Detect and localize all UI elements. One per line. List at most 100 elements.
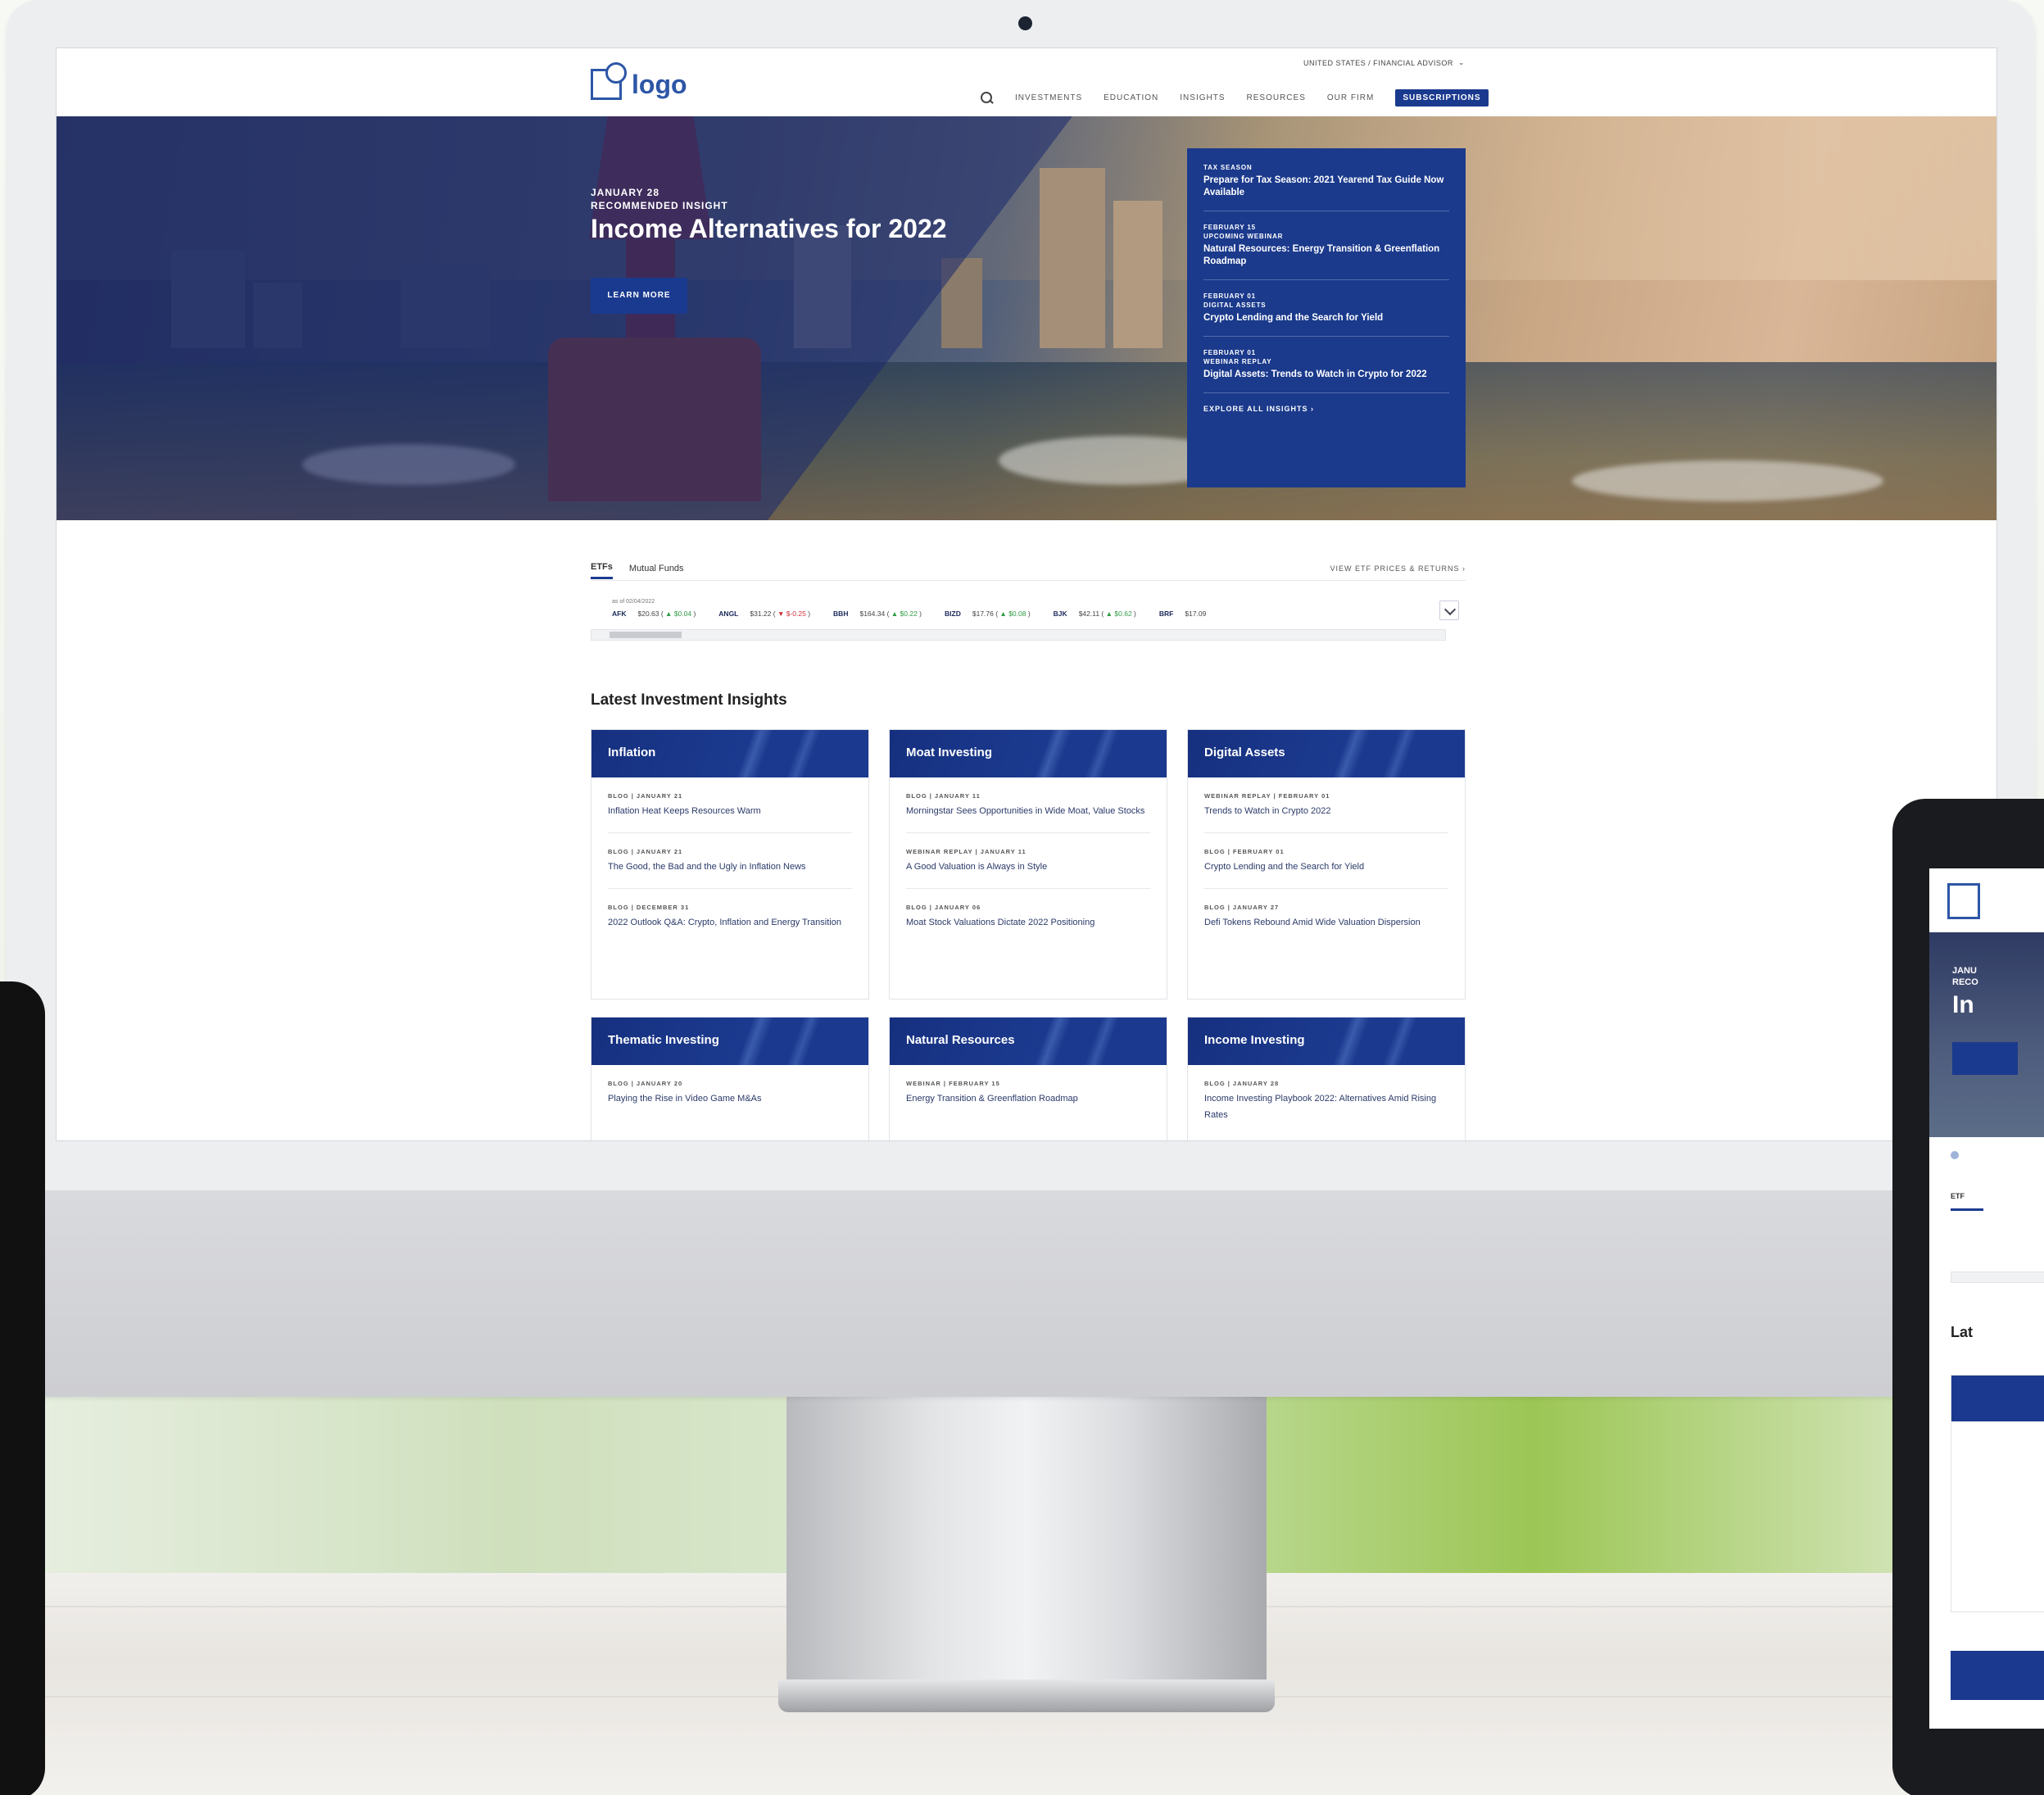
insight-item[interactable]: FEBRUARY 01 WEBINAR REPLAY Digital Asset…: [1203, 348, 1449, 393]
insight-item[interactable]: TAX SEASON Prepare for Tax Season: 2021 …: [1203, 163, 1449, 211]
nav-item-our-firm[interactable]: OUR FIRM: [1327, 93, 1374, 102]
search-icon[interactable]: [981, 91, 994, 105]
site-logo[interactable]: logo: [591, 61, 687, 100]
logo-icon: [591, 61, 628, 100]
tablet-learn-more-button[interactable]: [1952, 1042, 2018, 1075]
card-item[interactable]: WEBINAR REPLAY | FEBRUARY 01 Trends to Wa…: [1204, 777, 1448, 833]
tablet-insight-card-2[interactable]: [1951, 1651, 2044, 1700]
scrollbar-thumb[interactable]: [610, 632, 682, 638]
tablet-hero-date: JANU RECO: [1952, 966, 1978, 987]
view-etf-prices-link[interactable]: VIEW ETF PRICES & RETURNS ›: [1330, 564, 1466, 573]
insight-card-moat-investing: Moat Investing BLOG | JANUARY 11 Mornings…: [889, 729, 1167, 999]
tablet-hero-title: In: [1952, 991, 1974, 1018]
ticker-item[interactable]: AFK $20.63 ( ▲ $0.04 ): [612, 610, 696, 618]
ticker-item[interactable]: BBH $164.34 ( ▲ $0.22 ): [833, 610, 922, 618]
card-title[interactable]: Moat Investing: [890, 730, 1167, 777]
insight-card-natural-resources: Natural Resources WEBINAR | FEBRUARY 15 E…: [889, 1017, 1167, 1140]
ticker-item[interactable]: BJK $42.11 ( ▲ $0.62 ): [1054, 610, 1136, 618]
ticker-item[interactable]: BIZD $17.76 ( ▲ $0.08 ): [945, 610, 1031, 618]
card-title[interactable]: Inflation: [591, 730, 868, 777]
tablet-tab-etfs[interactable]: ETF: [1951, 1192, 1965, 1200]
insight-title[interactable]: Prepare for Tax Season: 2021 Yearend Tax…: [1203, 175, 1449, 199]
ticker-tabs: ETFs Mutual Funds VIEW ETF PRICES & RETU…: [591, 556, 1466, 581]
camera-icon: [1018, 16, 1032, 30]
card-title[interactable]: Income Investing: [1188, 1018, 1465, 1065]
card-title[interactable]: Natural Resources: [890, 1018, 1167, 1065]
chevron-down-icon[interactable]: [1439, 601, 1459, 620]
insight-card-digital-assets: Digital Assets WEBINAR REPLAY | FEBRUARY…: [1187, 729, 1466, 999]
insight-item[interactable]: FEBRUARY 15 UPCOMING WEBINAR Natural Res…: [1203, 223, 1449, 280]
card-item[interactable]: BLOG | JANUARY 20 Playing the Rise in Vid…: [608, 1065, 852, 1120]
monitor-stand-foot: [778, 1679, 1275, 1712]
region-selector[interactable]: UNITED STATES / FINANCIAL ADVISOR ⌄: [1303, 58, 1465, 67]
insight-date: FEBRUARY 15: [1203, 224, 1256, 231]
subscriptions-button[interactable]: SUBSCRIPTIONS: [1395, 89, 1489, 107]
logo-text: logo: [632, 70, 687, 99]
insight-card-inflation: Inflation BLOG | JANUARY 21 Inflation Hea…: [591, 729, 869, 999]
desktop-screen: logo UNITED STATES / FINANCIAL ADVISOR ⌄…: [56, 48, 1997, 1141]
tablet-device: JANU RECO In ETF Lat: [1892, 799, 2044, 1795]
tablet-section-title: Lat: [1951, 1324, 1973, 1340]
insight-card-income-investing: Income Investing BLOG | JANUARY 28 Income…: [1187, 1017, 1466, 1140]
ticker-scrollbar[interactable]: [591, 629, 1446, 641]
nav-item-insights[interactable]: INSIGHTS: [1180, 93, 1225, 102]
nav-item-education[interactable]: EDUCATION: [1104, 93, 1158, 102]
etf-ticker: ETFs Mutual Funds VIEW ETF PRICES & RETU…: [591, 556, 1466, 641]
insight-title[interactable]: Natural Resources: Energy Transition & G…: [1203, 243, 1449, 268]
insight-title[interactable]: Digital Assets: Trends to Watch in Crypt…: [1203, 369, 1449, 381]
featured-insights-panel: TAX SEASON Prepare for Tax Season: 2021 …: [1187, 148, 1466, 487]
insight-title[interactable]: Crypto Lending and the Search for Yield: [1203, 312, 1449, 324]
insight-meta: WEBINAR REPLAY: [1203, 358, 1272, 365]
insight-meta: UPCOMING WEBINAR: [1203, 233, 1284, 240]
card-item[interactable]: WEBINAR REPLAY | JANUARY 11 A Good Valuat…: [906, 833, 1150, 889]
card-item[interactable]: BLOG | JANUARY 06 Moat Stock Valuations D…: [906, 889, 1150, 944]
tab-indicator: [1951, 1208, 1983, 1211]
insight-meta: TAX SEASON: [1203, 164, 1253, 171]
insight-card-thematic-investing: Thematic Investing BLOG | JANUARY 20 Play…: [591, 1017, 869, 1140]
hero-banner: [57, 116, 1996, 520]
card-item[interactable]: BLOG | JANUARY 21 Inflation Heat Keeps Re…: [608, 777, 852, 833]
phone-device: [0, 981, 45, 1795]
monitor-stand: [786, 1395, 1267, 1698]
hero-title: Income Alternatives for 2022: [591, 214, 947, 243]
tablet-card-head[interactable]: [1951, 1376, 2044, 1421]
insight-date: FEBRUARY 01: [1203, 349, 1256, 356]
logo-icon[interactable]: [1947, 883, 1980, 919]
carousel-dot[interactable]: [1951, 1151, 1959, 1159]
section-title: Latest Investment Insights: [591, 691, 787, 709]
card-item[interactable]: BLOG | JANUARY 28 Income Investing Playbo…: [1204, 1065, 1448, 1136]
ticker-item[interactable]: ANGL $31.22 ( ▼ $-0.25 ): [718, 610, 810, 618]
nav-item-resources[interactable]: RESOURCES: [1247, 93, 1306, 102]
region-label: UNITED STATES / FINANCIAL ADVISOR: [1303, 58, 1453, 67]
nav-item-investments[interactable]: INVESTMENTS: [1015, 93, 1082, 102]
insight-item[interactable]: FEBRUARY 01 DIGITAL ASSETS Crypto Lendin…: [1203, 292, 1449, 337]
card-item[interactable]: BLOG | DECEMBER 31 2022 Outlook Q&A: Cryp…: [608, 889, 852, 944]
chevron-down-icon: ⌄: [1457, 58, 1465, 66]
skyline-building: [1113, 201, 1162, 348]
card-item[interactable]: BLOG | FEBRUARY 01 Crypto Lending and the…: [1204, 833, 1448, 889]
tablet-ticker-scrollbar[interactable]: [1951, 1271, 2044, 1283]
wave-foam: [1572, 460, 1883, 501]
card-title[interactable]: Digital Assets: [1188, 730, 1465, 777]
tablet-hero: [1929, 932, 2044, 1137]
as-of-date: as of 02/04/2022: [612, 599, 655, 605]
card-title[interactable]: Thematic Investing: [591, 1018, 868, 1065]
tab-mutual-funds[interactable]: Mutual Funds: [629, 564, 684, 573]
main-nav: INVESTMENTS EDUCATION INSIGHTS RESOURCES…: [981, 89, 1489, 107]
explore-all-insights-link[interactable]: EXPLORE ALL INSIGHTS ›: [1203, 405, 1449, 413]
chevron-right-icon: ›: [1311, 405, 1315, 413]
tablet-screen: JANU RECO In ETF Lat: [1929, 868, 2044, 1729]
insight-date: FEBRUARY 01: [1203, 292, 1256, 300]
tab-etfs[interactable]: ETFs: [591, 562, 613, 579]
skyline-building: [1040, 168, 1105, 348]
insight-meta: DIGITAL ASSETS: [1203, 301, 1267, 309]
card-item[interactable]: BLOG | JANUARY 27 Defi Tokens Rebound Ami…: [1204, 889, 1448, 944]
card-item[interactable]: BLOG | JANUARY 21 The Good, the Bad and t…: [608, 833, 852, 889]
learn-more-button[interactable]: LEARN MORE: [591, 278, 687, 314]
card-item[interactable]: WEBINAR | FEBRUARY 15 Energy Transition &…: [906, 1065, 1150, 1120]
ticker-row: AFK $20.63 ( ▲ $0.04 ) ANGL $31.22 ( ▼ $-0…: [612, 610, 1466, 618]
monitor-chin: [7, 1190, 2035, 1397]
hero-date: JANUARY 28 RECOMMENDED INSIGHT: [591, 187, 728, 211]
ticker-item[interactable]: BRF $17.09: [1159, 610, 1206, 618]
card-item[interactable]: BLOG | JANUARY 11 Morningstar Sees Opport…: [906, 777, 1150, 833]
